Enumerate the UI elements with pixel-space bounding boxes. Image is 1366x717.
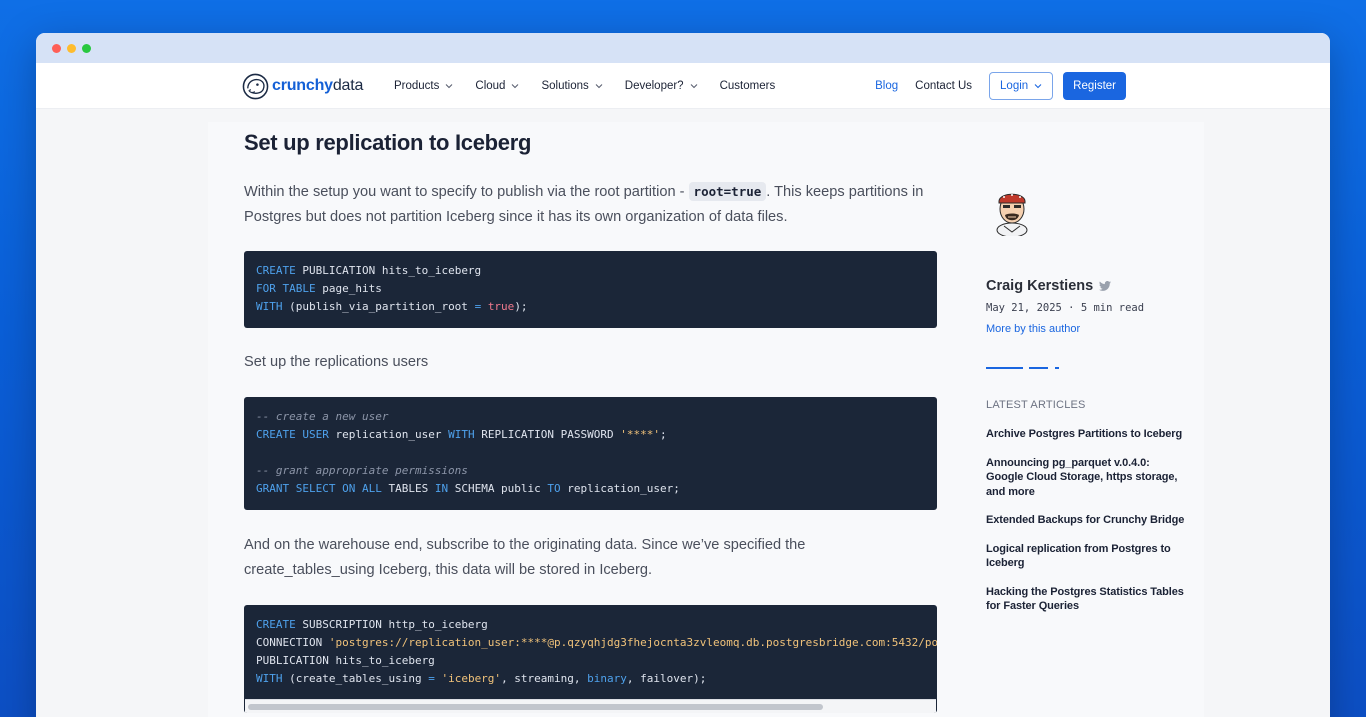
code-text: CONNECTION [256, 636, 329, 649]
nav-products[interactable]: Products [394, 80, 453, 92]
code-keyword: GRANT SELECT ON ALL [256, 482, 382, 495]
code-block-create-publication[interactable]: CREATE PUBLICATION hits_to_iceberg FOR T… [244, 251, 937, 328]
code-comment: -- create a new user [256, 410, 389, 423]
code-keyword: WITH [448, 428, 475, 441]
code-keyword: CREATE [256, 264, 296, 277]
author-name-text: Craig Kerstiens [986, 278, 1094, 294]
register-button[interactable]: Register [1063, 72, 1126, 100]
code-operator: = [428, 672, 435, 685]
nav-contact-link[interactable]: Contact Us [915, 80, 972, 92]
latest-article-link[interactable]: Logical replication from Postgres to Ice… [986, 542, 1186, 571]
logo-word-data: data [332, 77, 364, 94]
divider-dashes [986, 367, 1059, 369]
chevron-down-icon [1034, 84, 1042, 89]
code-keyword: binary [587, 672, 627, 685]
crunchy-data-logo[interactable]: crunchydata [242, 72, 363, 100]
code-text: PUBLICATION hits_to_iceberg [295, 264, 482, 277]
nav-cloud-label: Cloud [475, 80, 506, 92]
code-keyword: TO [547, 482, 561, 495]
code-text: replication_user [328, 428, 449, 441]
code-string: '****' [620, 428, 661, 441]
chevron-down-icon [690, 84, 697, 89]
logo-word-crunchy: crunchy [272, 77, 333, 94]
code-boolean: true [487, 300, 515, 313]
code-block-create-subscription[interactable]: CREATE SUBSCRIPTION http_to_iceberg CONN… [244, 605, 937, 713]
latest-article-link[interactable]: Announcing pg_parquet v.0.4.0: Google Cl… [986, 456, 1186, 500]
code-comment: -- grant appropriate permissions [256, 464, 468, 477]
chevron-down-icon [446, 84, 453, 89]
latest-article-link[interactable]: Archive Postgres Partitions to Iceberg [986, 427, 1186, 442]
code-text: PUBLICATION hits_to_iceberg [256, 654, 435, 667]
latest-article-link[interactable]: Hacking the Postgres Statistics Tables f… [986, 585, 1186, 614]
article-section-title: Set up replication to Iceberg [244, 130, 532, 155]
code-string: 'postgres://replication_user:****@p.qzyq… [328, 636, 937, 649]
latest-articles-heading: LATEST ARTICLES [986, 399, 1086, 411]
zoom-window-button[interactable] [82, 44, 91, 53]
code-text: page_hits [315, 282, 382, 295]
code-text: SUBSCRIPTION http_to_iceberg [295, 618, 488, 631]
crunchy-hippo-logo-icon [242, 73, 269, 99]
code-keyword: WITH [256, 672, 283, 685]
nav-cloud[interactable]: Cloud [475, 80, 519, 92]
browser-window: crunchydata Products Cloud Solutions Dev… [36, 33, 1330, 717]
code-keyword: IN [434, 482, 449, 495]
nav-customers[interactable]: Customers [720, 80, 776, 92]
scrollbar-thumb[interactable] [248, 704, 823, 710]
code-text: (publish_via_partition_root [282, 300, 475, 313]
primary-nav: Products Cloud Solutions Developer? Cust… [394, 63, 797, 109]
code-text: REPLICATION PASSWORD [474, 428, 621, 441]
nav-products-label: Products [394, 80, 440, 92]
nav-solutions[interactable]: Solutions [541, 80, 603, 92]
code-text: , failover); [626, 672, 707, 685]
login-button[interactable]: Login [989, 72, 1054, 100]
code-block-create-user[interactable]: -- create a new user CREATE USER replica… [244, 397, 937, 510]
nav-developer[interactable]: Developer? [625, 80, 698, 92]
window-titlebar [36, 33, 1330, 63]
more-by-author-link[interactable]: More by this author [986, 323, 1080, 335]
article-page: Set up replication to Iceberg Within the… [208, 122, 1204, 717]
code-text: TABLES [381, 482, 435, 495]
latest-article-link[interactable]: Extended Backups for Crunchy Bridge [986, 513, 1186, 528]
code-string: 'iceberg' [434, 672, 502, 685]
author-avatar[interactable] [990, 186, 1034, 236]
chevron-down-icon [512, 84, 519, 89]
latest-articles-list: Archive Postgres Partitions to Iceberg A… [986, 427, 1186, 628]
close-window-button[interactable] [52, 44, 61, 53]
minimize-window-button[interactable] [67, 44, 76, 53]
code-text: ); [514, 300, 528, 313]
code-text: ; [660, 428, 667, 441]
code-operator: = [474, 300, 482, 313]
nav-developer-label: Developer? [624, 80, 684, 92]
author-name: Craig Kerstiens [986, 278, 1112, 294]
nav-blog-link[interactable]: Blog [875, 80, 898, 92]
code-keyword: CREATE [256, 618, 296, 631]
register-button-label: Register [1073, 80, 1116, 92]
login-button-label: Login [1000, 80, 1029, 92]
inline-code-root-true: root=true [688, 182, 767, 201]
chevron-down-icon [595, 84, 603, 89]
nav-customers-label: Customers [719, 80, 776, 92]
nav-actions: Blog Contact Us Login Register [875, 63, 1126, 109]
code-text: replication_user; [560, 482, 680, 495]
code-keyword: FOR TABLE [256, 282, 316, 295]
site-navbar: crunchydata Products Cloud Solutions Dev… [36, 63, 1330, 109]
paragraph-warehouse-subscribe: And on the warehouse end, subscribe to t… [244, 537, 806, 578]
paragraph-replication-users: Set up the replications users [244, 354, 429, 370]
code-keyword: WITH [256, 300, 283, 313]
nav-solutions-label: Solutions [541, 80, 589, 92]
code-horizontal-scrollbar[interactable] [245, 699, 936, 713]
code-text: SCHEMA public [448, 482, 548, 495]
article-date-readtime: May 21, 2025 · 5 min read [986, 302, 1145, 314]
twitter-icon[interactable] [1099, 281, 1112, 291]
paragraph-root-partition: Within the setup you want to specify to … [244, 179, 937, 230]
code-text: , streaming, [501, 672, 588, 685]
code-keyword: CREATE USER [256, 428, 329, 441]
paragraph-text: Within the setup you want to specify to … [244, 184, 689, 200]
code-text: (create_tables_using [282, 672, 429, 685]
